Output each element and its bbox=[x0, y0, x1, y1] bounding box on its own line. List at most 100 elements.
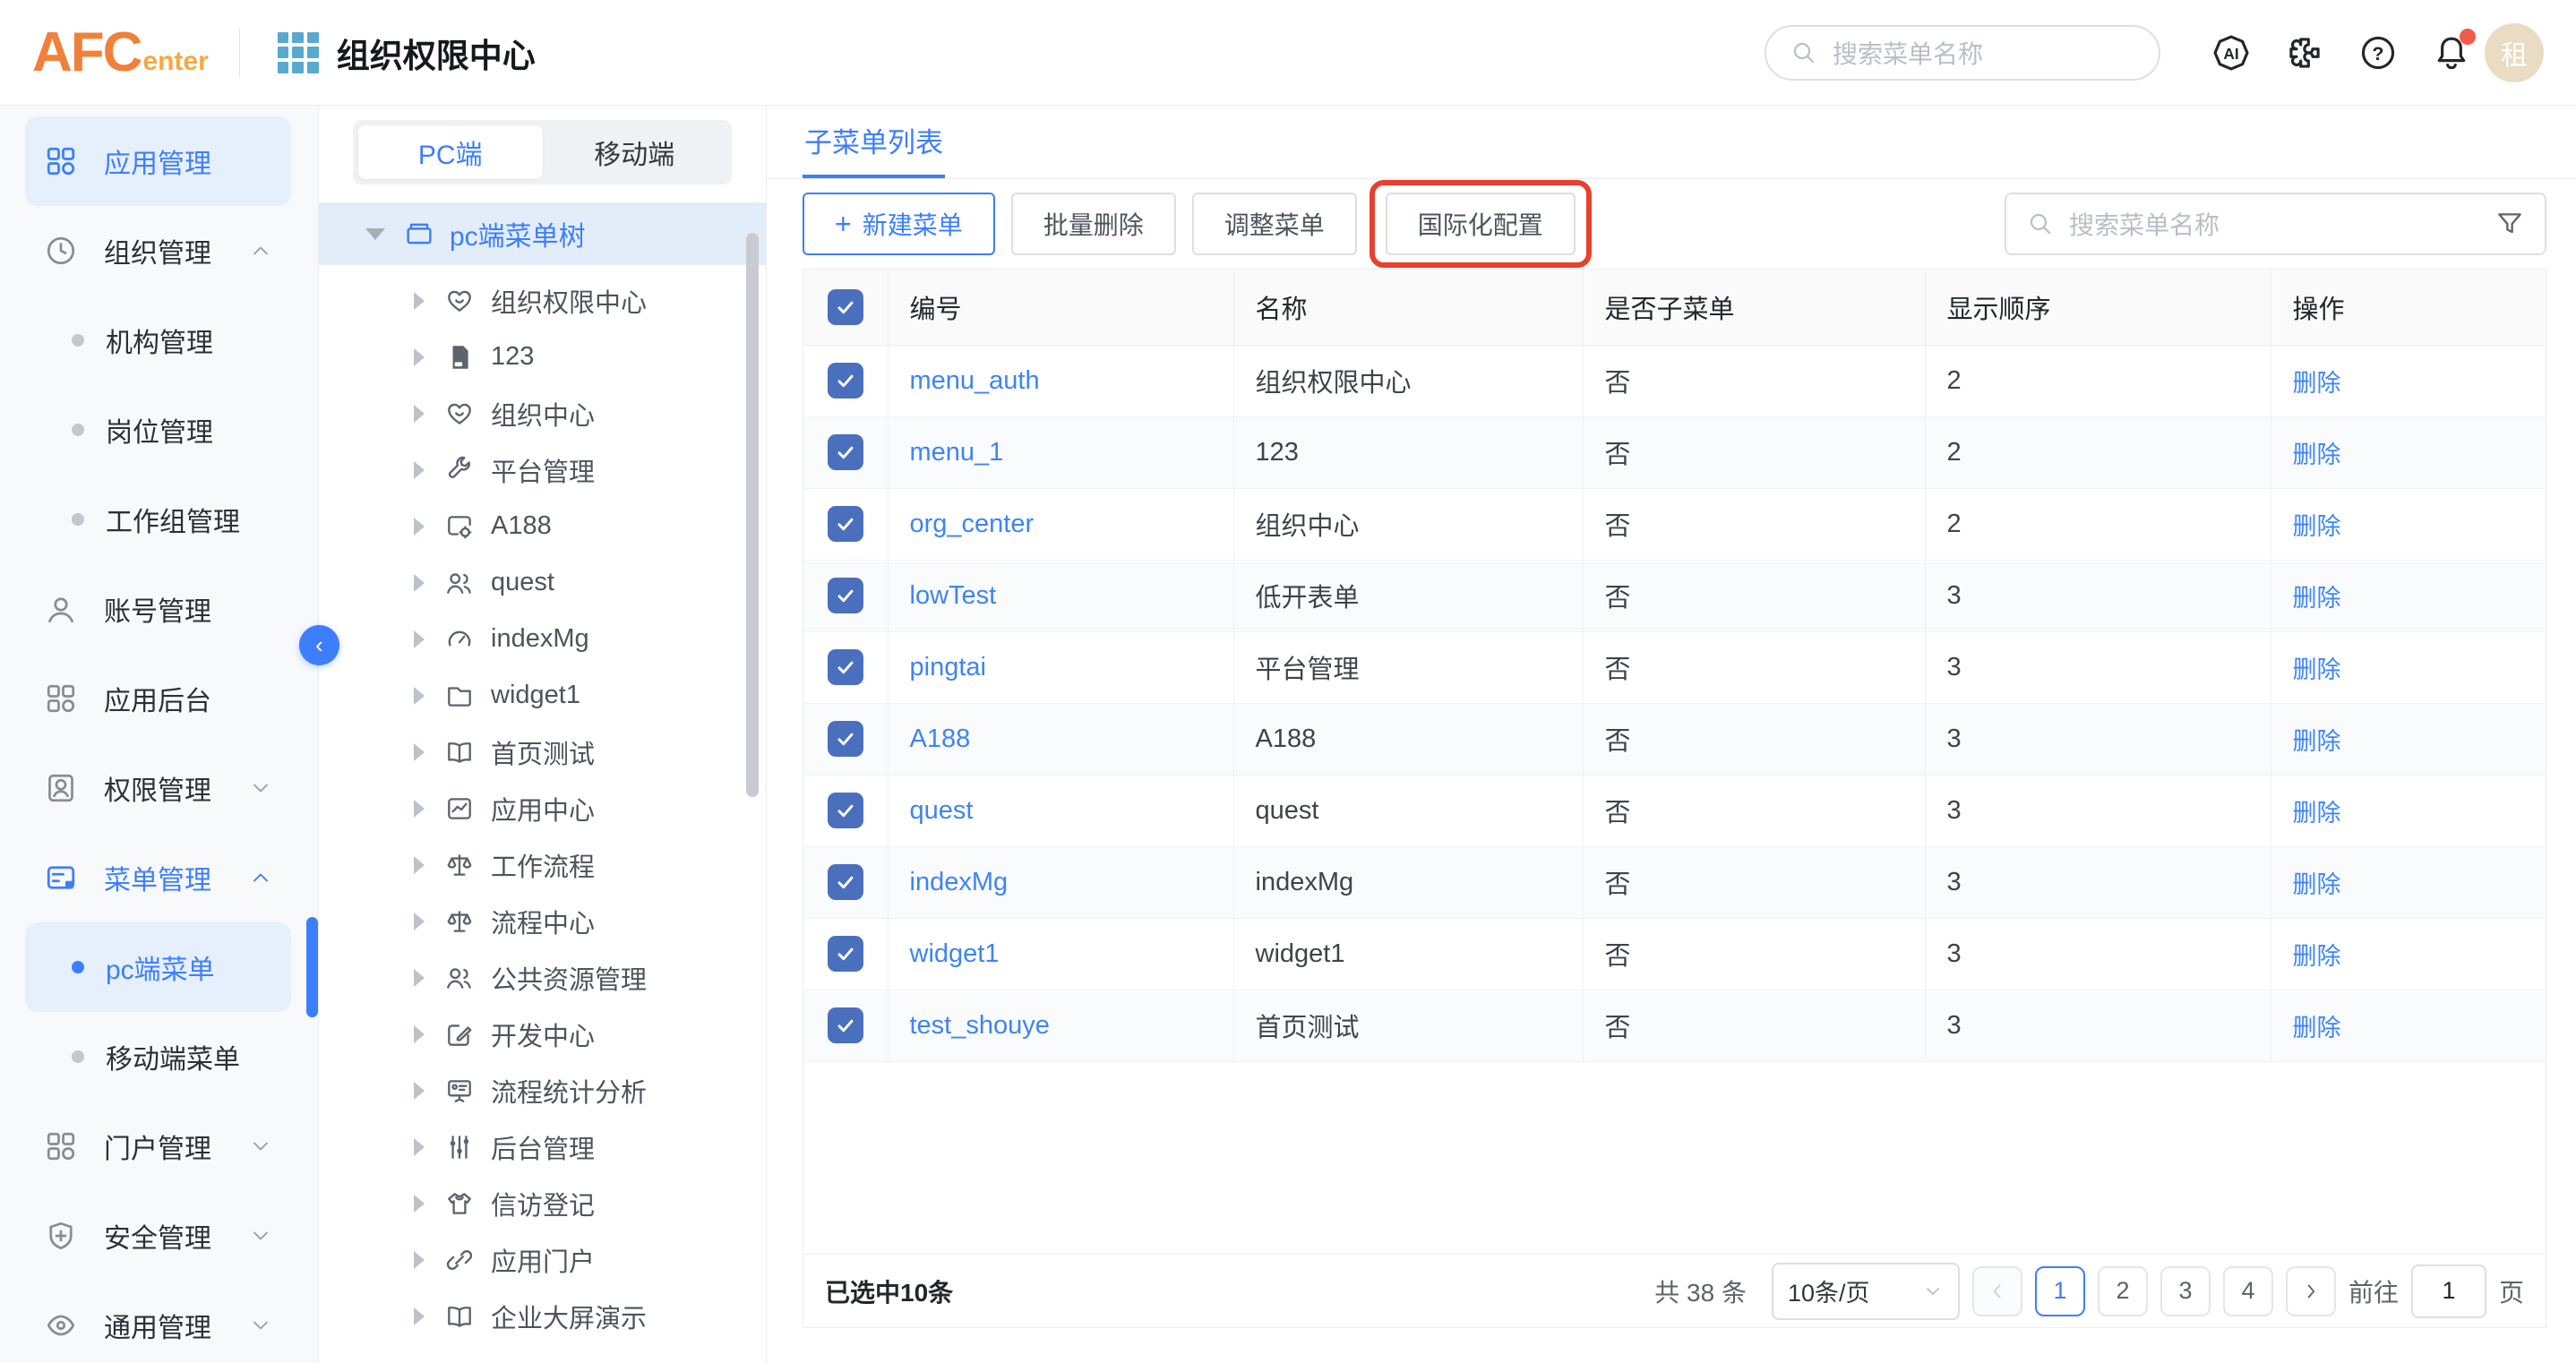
tree-item[interactable]: 123 bbox=[319, 329, 766, 385]
row-checkbox[interactable] bbox=[828, 936, 863, 972]
menu-id-link[interactable]: lowTest bbox=[910, 581, 997, 610]
caret-right-icon[interactable] bbox=[414, 1082, 425, 1100]
menu-id-link[interactable]: A188 bbox=[910, 724, 971, 753]
row-checkbox[interactable] bbox=[828, 578, 863, 613]
tree-item[interactable]: 流程统计分析 bbox=[319, 1062, 766, 1119]
sidebar-item[interactable]: 组织管理 bbox=[25, 206, 291, 296]
delete-link[interactable]: 删除 bbox=[2293, 585, 2341, 612]
page-number-button[interactable]: 1 bbox=[2035, 1266, 2085, 1316]
caret-right-icon[interactable] bbox=[414, 405, 425, 423]
caret-right-icon[interactable] bbox=[414, 292, 425, 310]
tree-root-node[interactable]: pc端菜单树 bbox=[319, 202, 766, 265]
caret-right-icon[interactable] bbox=[414, 461, 425, 479]
caret-right-icon[interactable] bbox=[414, 1025, 425, 1043]
menu-id-link[interactable]: indexMg bbox=[910, 868, 1009, 896]
caret-right-icon[interactable] bbox=[414, 743, 425, 761]
row-checkbox[interactable] bbox=[828, 649, 863, 685]
help-icon[interactable]: ? bbox=[2357, 32, 2399, 73]
caret-right-icon[interactable] bbox=[414, 969, 425, 987]
i18n-config-button[interactable]: 国际化配置 bbox=[1386, 193, 1576, 255]
sidebar-item[interactable]: 机构管理 bbox=[25, 296, 291, 385]
menu-id-link[interactable]: pingtai bbox=[910, 653, 986, 682]
tree-item[interactable]: 企业大屏演示 bbox=[319, 1288, 766, 1344]
notification-bell-icon[interactable] bbox=[2431, 32, 2472, 73]
next-page-button[interactable] bbox=[2286, 1266, 2336, 1316]
select-all-checkbox[interactable] bbox=[828, 289, 863, 325]
tree-item[interactable]: 公共资源管理 bbox=[319, 949, 766, 1006]
prev-page-button[interactable] bbox=[1972, 1266, 2022, 1316]
tree-item[interactable]: A188 bbox=[319, 498, 766, 554]
plugin-puzzle-icon[interactable] bbox=[2284, 32, 2325, 73]
row-checkbox[interactable] bbox=[828, 434, 863, 470]
caret-right-icon[interactable] bbox=[414, 1195, 425, 1213]
tree-item[interactable]: widget1 bbox=[319, 667, 766, 724]
tab-mobile[interactable]: 移动端 bbox=[543, 125, 727, 179]
goto-page-input[interactable]: 1 bbox=[2411, 1264, 2486, 1318]
tree-item[interactable]: 信访登记 bbox=[319, 1175, 766, 1231]
menu-id-link[interactable]: widget1 bbox=[910, 939, 1000, 968]
tree-item[interactable]: indexMg bbox=[319, 611, 766, 667]
delete-link[interactable]: 删除 bbox=[2293, 370, 2341, 397]
delete-link[interactable]: 删除 bbox=[2293, 728, 2341, 755]
page-size-select[interactable]: 10条/页 bbox=[1772, 1263, 1960, 1320]
menu-id-link[interactable]: org_center bbox=[910, 510, 1035, 538]
sidebar-item[interactable]: 移动端菜单 bbox=[25, 1012, 291, 1102]
filter-funnel-icon[interactable] bbox=[2494, 209, 2525, 239]
delete-link[interactable]: 删除 bbox=[2293, 943, 2341, 970]
caret-right-icon[interactable] bbox=[414, 1307, 425, 1325]
menu-id-link[interactable]: quest bbox=[910, 796, 974, 825]
sidebar-item[interactable]: 门户管理 bbox=[25, 1102, 291, 1191]
delete-link[interactable]: 删除 bbox=[2293, 441, 2341, 468]
tree-item[interactable]: 首页测试 bbox=[319, 724, 766, 780]
caret-right-icon[interactable] bbox=[414, 518, 425, 536]
caret-right-icon[interactable] bbox=[414, 913, 425, 930]
create-menu-button[interactable]: + 新建菜单 bbox=[803, 193, 995, 255]
caret-right-icon[interactable] bbox=[414, 574, 425, 592]
row-checkbox[interactable] bbox=[828, 1007, 863, 1043]
sidebar-collapse-button[interactable]: ‹ bbox=[299, 625, 339, 665]
delete-link[interactable]: 删除 bbox=[2293, 656, 2341, 683]
sidebar-item[interactable]: 账号管理 bbox=[25, 564, 291, 654]
menu-id-link[interactable]: menu_1 bbox=[910, 438, 1004, 467]
page-number-button[interactable]: 2 bbox=[2098, 1266, 2148, 1316]
tree-item[interactable]: 开发中心 bbox=[319, 1006, 766, 1062]
menu-id-link[interactable]: menu_auth bbox=[910, 366, 1040, 395]
tree-item[interactable]: 应用门户 bbox=[319, 1231, 766, 1288]
tree-item[interactable]: 工作流程 bbox=[319, 836, 766, 893]
tab-submenu-list[interactable]: 子菜单列表 bbox=[803, 106, 945, 178]
row-checkbox[interactable] bbox=[828, 363, 863, 399]
tree-item[interactable]: quest bbox=[319, 554, 766, 611]
caret-right-icon[interactable] bbox=[414, 856, 425, 874]
tree-item[interactable]: 组织权限中心 bbox=[319, 272, 766, 329]
tree-item[interactable]: 平台管理 bbox=[319, 441, 766, 498]
sidebar-item[interactable]: 通用管理 bbox=[25, 1281, 291, 1363]
page-number-button[interactable]: 4 bbox=[2223, 1266, 2273, 1316]
row-checkbox[interactable] bbox=[828, 506, 863, 542]
adjust-menu-button[interactable]: 调整菜单 bbox=[1192, 193, 1357, 255]
tree-scrollbar[interactable] bbox=[746, 233, 759, 797]
delete-link[interactable]: 删除 bbox=[2293, 1015, 2341, 1042]
table-search-input[interactable]: 搜索菜单名称 bbox=[2005, 193, 2546, 255]
sidebar-item[interactable]: 岗位管理 bbox=[25, 385, 291, 475]
avatar[interactable]: 租 bbox=[2485, 23, 2544, 82]
caret-right-icon[interactable] bbox=[414, 1251, 425, 1269]
caret-right-icon[interactable] bbox=[414, 630, 425, 648]
caret-right-icon[interactable] bbox=[414, 348, 425, 366]
caret-right-icon[interactable] bbox=[414, 1138, 425, 1156]
tree-item[interactable]: 后台管理 bbox=[319, 1119, 766, 1175]
batch-delete-button[interactable]: 批量删除 bbox=[1011, 193, 1176, 255]
row-checkbox[interactable] bbox=[828, 864, 863, 900]
menu-id-link[interactable]: test_shouye bbox=[910, 1011, 1050, 1040]
sidebar-item[interactable]: 安全管理 bbox=[25, 1191, 291, 1281]
tree-item[interactable]: 应用中心 bbox=[319, 780, 766, 836]
caret-right-icon[interactable] bbox=[414, 687, 425, 705]
sidebar-item[interactable]: pc端菜单 bbox=[25, 922, 291, 1012]
row-checkbox[interactable] bbox=[828, 793, 863, 828]
caret-right-icon[interactable] bbox=[414, 800, 425, 818]
header-search-input[interactable]: 搜索菜单名称 bbox=[1765, 25, 2160, 81]
ai-assistant-icon[interactable]: AI bbox=[2211, 32, 2252, 73]
delete-link[interactable]: 删除 bbox=[2293, 871, 2341, 898]
row-checkbox[interactable] bbox=[828, 721, 863, 757]
delete-link[interactable]: 删除 bbox=[2293, 800, 2341, 827]
page-number-button[interactable]: 3 bbox=[2160, 1266, 2211, 1316]
